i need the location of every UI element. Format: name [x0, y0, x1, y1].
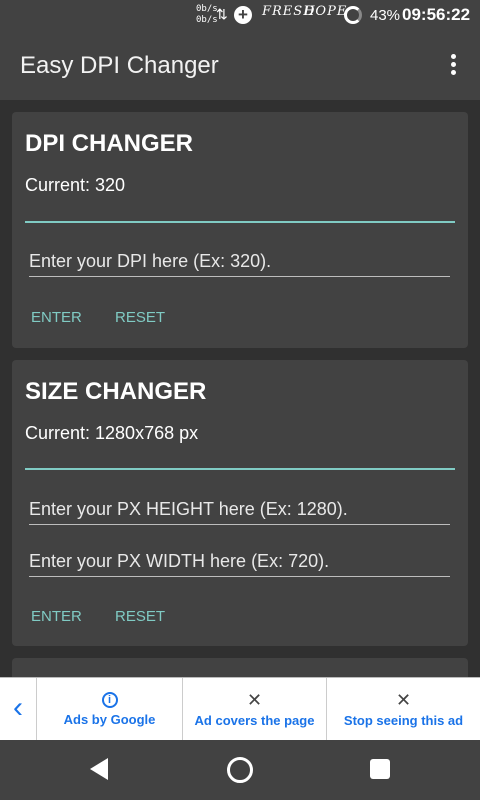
dpi-input[interactable]	[29, 243, 450, 276]
ad-back-chevron-icon[interactable]: ‹	[0, 678, 37, 740]
app-bar: Easy DPI Changer	[0, 30, 480, 100]
overflow-menu-icon[interactable]	[446, 54, 460, 78]
system-nav-bar	[0, 740, 480, 800]
width-input-field[interactable]	[29, 543, 450, 577]
ad-covers-page-button[interactable]: ✕ Ad covers the page	[183, 678, 327, 740]
data-saver-icon: +	[234, 6, 252, 24]
close-icon: ✕	[246, 690, 263, 710]
height-input-field[interactable]	[29, 491, 450, 525]
size-enter-button[interactable]: ENTER	[31, 608, 82, 625]
status-bar: 0b/s 0b/s ⇅ + FRESH DOPE 43% 09:56:22	[0, 0, 480, 30]
size-reset-button[interactable]: RESET	[115, 608, 165, 625]
size-changer-card: SIZE CHANGER Current: 1280x768 px ENTER …	[12, 360, 468, 646]
height-input[interactable]	[29, 491, 450, 524]
dpi-card-title: DPI CHANGER	[25, 130, 194, 157]
size-card-title: SIZE CHANGER	[25, 378, 207, 405]
width-input[interactable]	[29, 543, 450, 576]
sync-ring-icon	[344, 6, 362, 24]
download-speed: 0b/s	[196, 15, 218, 25]
ads-by-google-button[interactable]: i Ads by Google	[37, 678, 183, 740]
dpi-divider	[25, 221, 455, 223]
ads-by-google-label: Ads by Google	[63, 712, 156, 727]
dpi-enter-button[interactable]: ENTER	[31, 309, 82, 326]
clock: 09:56:22	[402, 5, 471, 24]
app-title: Easy DPI Changer	[20, 52, 219, 79]
recent-apps-icon[interactable]	[370, 759, 390, 779]
graffiti-dope-icon: DOPE	[304, 4, 348, 19]
back-icon[interactable]	[90, 758, 108, 780]
dpi-reset-button[interactable]: RESET	[115, 309, 165, 326]
info-icon: i	[101, 692, 118, 708]
network-speed: 0b/s 0b/s	[196, 4, 218, 26]
data-transfer-icon: ⇅	[216, 6, 228, 22]
close-icon: ✕	[395, 690, 412, 710]
size-divider	[25, 468, 455, 470]
battery-level: 43%	[370, 7, 401, 24]
size-current-value: Current: 1280x768 px	[25, 423, 199, 443]
home-icon[interactable]	[227, 757, 253, 783]
dpi-input-field[interactable]	[29, 243, 450, 277]
ad-feedback-bar: ‹ i Ads by Google ✕ Ad covers the page ✕…	[0, 677, 480, 740]
stop-seeing-ad-label: Stop seeing this ad	[343, 713, 464, 728]
dpi-changer-card: DPI CHANGER Current: 320 ENTER RESET	[12, 112, 468, 348]
stop-seeing-ad-button[interactable]: ✕ Stop seeing this ad	[327, 678, 480, 740]
dpi-current-value: Current: 320	[25, 175, 126, 195]
upload-speed: 0b/s	[196, 4, 218, 14]
ad-covers-page-label: Ad covers the page	[194, 713, 315, 728]
